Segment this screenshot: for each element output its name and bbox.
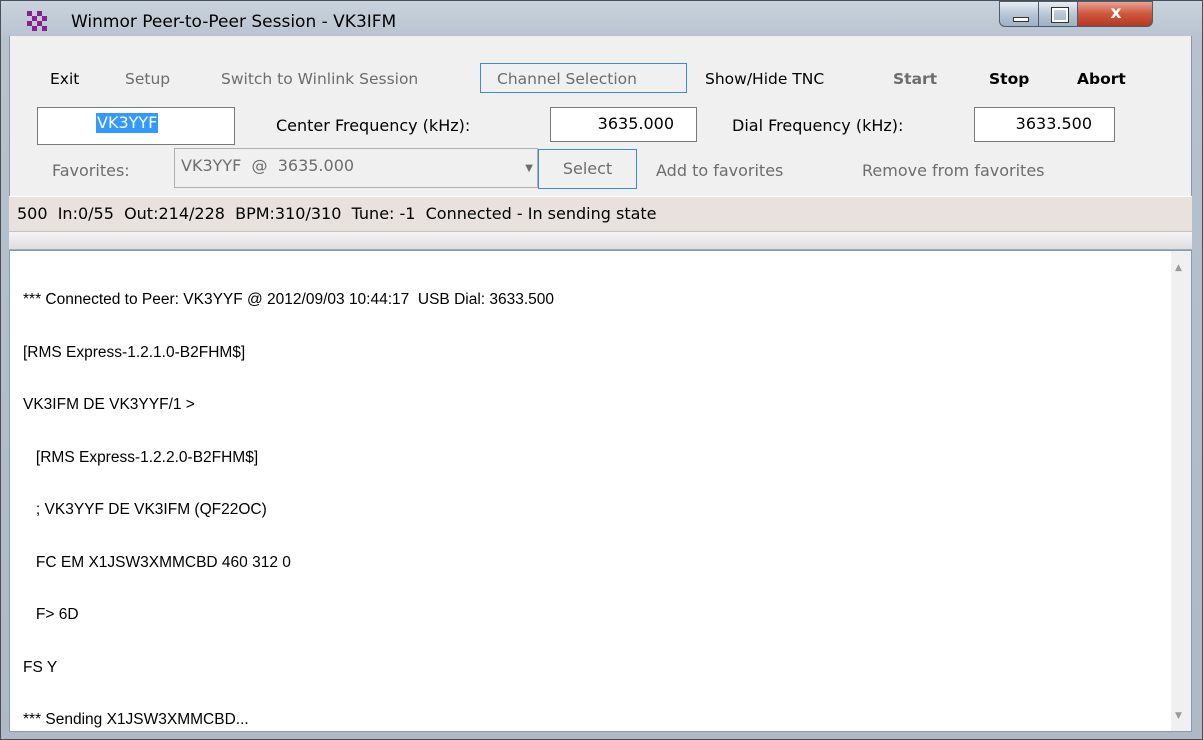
menu-start[interactable]: Start (893, 69, 937, 89)
add-to-favorites-button[interactable]: Add to favorites (656, 161, 783, 180)
remove-from-favorites-button[interactable]: Remove from favorites (862, 161, 1045, 180)
favorites-selected: VK3YYF @ 3635.000 (181, 156, 355, 175)
log-line: FC EM X1JSW3XMMCBD 460 312 0 (23, 553, 291, 571)
maximize-button[interactable] (1038, 1, 1078, 27)
vertical-scrollbar[interactable]: ▲ ▼ (1171, 251, 1191, 731)
window-title: Winmor Peer-to-Peer Session - VK3IFM (71, 12, 397, 32)
dial-frequency-label: Dial Frequency (kHz): (732, 116, 904, 135)
center-frequency-input[interactable]: 3635.000 (550, 107, 697, 142)
menu-show-hide-tnc[interactable]: Show/Hide TNC (705, 69, 824, 89)
menu-exit[interactable]: Exit (50, 69, 79, 89)
select-button[interactable]: Select (538, 149, 637, 189)
title-bar[interactable]: Winmor Peer-to-Peer Session - VK3IFM x (1, 1, 1202, 37)
log-line: [RMS Express-1.2.1.0-B2FHM$] (23, 343, 246, 361)
splitter-bar[interactable] (9, 232, 1192, 250)
favorites-label: Favorites: (52, 161, 130, 180)
menu-abort[interactable]: Abort (1077, 69, 1126, 89)
log-line: *** Sending X1JSW3XMMCBD... (23, 711, 249, 728)
center-frequency-label: Center Frequency (kHz): (276, 116, 471, 135)
status-text: 500 In:0/55 Out:214/228 BPM:310/310 Tune… (17, 204, 657, 223)
log-line: [RMS Express-1.2.2.0-B2FHM$] (23, 448, 259, 466)
scroll-up-arrow-icon[interactable]: ▲ (1175, 263, 1182, 273)
maximize-icon (1051, 7, 1069, 23)
log-line: VK3IFM DE VK3YYF/1 > (23, 396, 195, 413)
status-bar: 500 In:0/55 Out:214/228 BPM:310/310 Tune… (9, 196, 1192, 232)
menu-switch-winlink[interactable]: Switch to Winlink Session (221, 69, 418, 89)
callsign-value: VK3YYF (96, 113, 159, 133)
app-icon (27, 11, 47, 31)
log-line: ; VK3YYF DE VK3IFM (QF22OC) (23, 501, 267, 518)
log-line: F> 6D (23, 606, 79, 623)
menu-setup[interactable]: Setup (125, 69, 170, 89)
dial-frequency-input[interactable]: 3633.500 (974, 107, 1115, 142)
scroll-down-arrow-icon[interactable]: ▼ (1175, 711, 1182, 721)
log-line: FS Y (23, 658, 58, 676)
menu-channel-selection[interactable]: Channel Selection (497, 69, 637, 89)
close-icon: x (1110, 3, 1122, 23)
close-button[interactable]: x (1077, 1, 1153, 27)
dial-frequency-value: 3633.500 (1015, 114, 1092, 133)
session-log[interactable]: *** Connected to Peer: VK3YYF @ 2012/09/… (9, 250, 1192, 732)
center-frequency-value: 3635.000 (597, 114, 674, 133)
favorites-dropdown[interactable]: VK3YYF @ 3635.000 ▼ (174, 148, 538, 188)
minimize-button[interactable] (999, 1, 1039, 27)
callsign-input[interactable]: VK3YYF (37, 107, 235, 145)
chevron-down-icon: ▼ (525, 163, 533, 174)
minimize-icon (1013, 17, 1029, 22)
log-lines: *** Connected to Peer: VK3YYF @ 2012/09/… (23, 256, 555, 731)
menu-stop[interactable]: Stop (989, 69, 1029, 89)
log-line: *** Connected to Peer: VK3YYF @ 2012/09/… (23, 291, 555, 308)
